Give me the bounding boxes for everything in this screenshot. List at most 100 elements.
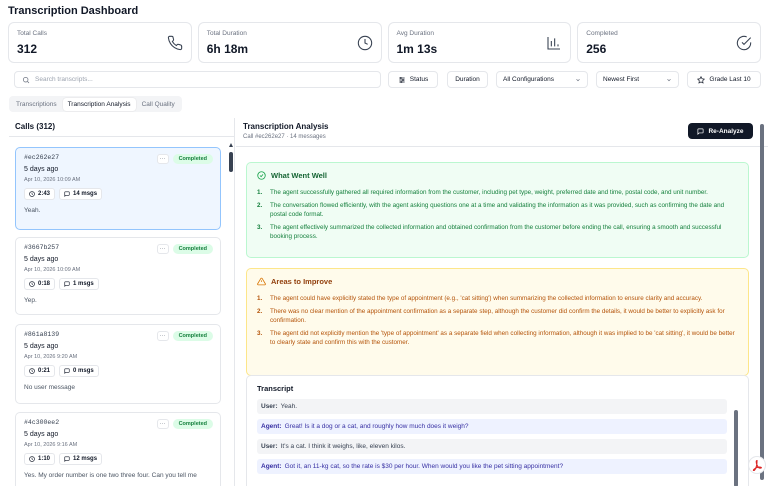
areas-to-improve-section: Areas to Improve 1. The agent could have … [246, 268, 749, 376]
more-options-button[interactable]: ··· [156, 154, 169, 164]
call-card[interactable]: #4c300ee2 ··· Completed 5 days ago Apr 1… [15, 412, 221, 486]
call-card[interactable]: #861a8139 ··· Completed 5 days ago Apr 1… [15, 324, 221, 404]
messages-value: 1 msgs [73, 281, 94, 287]
went-well-item: 2. The conversation flowed efficiently, w… [257, 201, 738, 219]
call-date: Apr 10, 2026 10:09 AM [24, 267, 81, 273]
call-card[interactable]: #3667b257 ··· Completed 5 days ago Apr 1… [15, 237, 221, 315]
warning-icon [257, 277, 266, 286]
tab-transcriptions[interactable]: Transcriptions [11, 98, 62, 111]
analysis-panel: Transcription Analysis Call #ec262e27 · … [236, 118, 768, 486]
transcript-message: Agent: Got it, an 11-kg cat, so the rate … [257, 459, 727, 474]
duration-value: 0:18 [38, 281, 51, 287]
message-icon [64, 368, 70, 374]
divider [236, 146, 768, 147]
call-last-message: Yes. My order number is one two three fo… [24, 472, 197, 479]
divider [9, 136, 235, 137]
star-icon [697, 75, 706, 84]
bar-chart-icon [547, 37, 561, 50]
stats-row: Total Calls 312 Total Duration 6h 18m Av… [8, 22, 761, 63]
chevron-down-icon [576, 78, 580, 81]
speaker-label: Agent: [261, 463, 282, 470]
stat-card-avg-duration: Avg Duration 1m 13s [387, 22, 572, 63]
more-options-button[interactable]: ··· [156, 419, 169, 429]
stat-label: Total Duration [206, 30, 247, 37]
clock-icon [29, 368, 35, 374]
transcript-message: Agent: Great! Is it a dog or a cat, and r… [257, 419, 727, 434]
went-well-section: What Went Well 1. The agent successfully … [246, 162, 749, 258]
clock-icon [29, 281, 35, 287]
tab-call-quality[interactable]: Call Quality [137, 98, 180, 111]
tab-transcription-analysis[interactable]: Transcription Analysis [62, 97, 136, 111]
status-badge: Completed [172, 419, 213, 429]
call-messages: 1 msgs [59, 278, 99, 290]
duration-filter-button[interactable]: Duration [447, 71, 488, 88]
call-date: Apr 10, 2026 10:09 AM [24, 177, 81, 183]
call-last-message: Yep. [24, 297, 37, 304]
message-text: Great! Is it a dog or a cat, and roughly… [284, 423, 469, 430]
duration-value: 2:43 [38, 191, 51, 197]
stat-value: 312 [17, 42, 38, 56]
duration-filter-label: Duration [455, 76, 480, 83]
search-box[interactable] [14, 71, 381, 88]
call-messages: 0 msgs [59, 365, 99, 377]
scrollbar-thumb[interactable] [760, 124, 764, 480]
sliders-icon [399, 76, 405, 83]
message-icon [64, 456, 70, 462]
clock-icon [357, 35, 372, 51]
message-text: It's a cat. I think it weighs, like, ele… [280, 443, 406, 450]
call-last-message: Yeah. [24, 207, 41, 214]
stat-card-completed: Completed 256 [577, 22, 761, 63]
calls-scrollbar[interactable] [229, 140, 233, 486]
chevron-down-icon [667, 78, 671, 81]
status-filter-label: Status [409, 76, 429, 83]
duration-value: 0:21 [38, 368, 51, 374]
call-messages: 12 msgs [59, 453, 103, 465]
check-circle-icon [257, 171, 266, 180]
analysis-subtitle: Call #ec262e27 · 14 messages [243, 134, 326, 140]
configuration-select-value: All Configurations [503, 76, 554, 83]
scrollbar-thumb[interactable] [229, 152, 233, 172]
phone-icon [167, 35, 182, 51]
search-input[interactable] [35, 76, 355, 83]
message-text: Got it, an 11-kg cat, so the rate is $30… [284, 463, 564, 470]
status-filter-button[interactable]: Status [388, 71, 438, 88]
call-duration: 0:18 [24, 278, 56, 290]
speaker-label: User: [261, 443, 278, 450]
item-text: The agent effectively summarized the col… [270, 224, 722, 240]
message-icon [64, 281, 70, 287]
status-badge: Completed [172, 244, 213, 254]
sort-select[interactable]: Newest First [596, 71, 679, 88]
call-card[interactable]: #ec262e27 ··· Completed 5 days ago Apr 1… [15, 147, 221, 230]
pdf-icon[interactable] [748, 456, 766, 474]
transcript-message: User: It's a cat. I think it weighs, like… [257, 439, 727, 454]
stat-value: 6h 18m [206, 42, 249, 56]
grade-last-10-label: Grade Last 10 [709, 76, 751, 83]
more-options-button[interactable]: ··· [156, 331, 169, 341]
call-duration: 2:43 [24, 188, 56, 200]
scroll-up-arrow[interactable] [229, 143, 233, 147]
stat-card-total-calls: Total Calls 312 [8, 22, 192, 63]
call-duration: 1:10 [24, 453, 56, 465]
re-analyze-button[interactable]: Re-Analyze [688, 123, 753, 139]
item-text: There was no clear mention of the appoin… [270, 308, 725, 324]
configuration-select[interactable]: All Configurations [496, 71, 588, 88]
search-icon [22, 76, 30, 83]
duration-value: 1:10 [38, 456, 51, 462]
areas-to-improve-title: Areas to Improve [271, 277, 333, 286]
item-text: The conversation flowed efficiently, wit… [270, 202, 725, 218]
messages-value: 12 msgs [73, 456, 98, 462]
speaker-label: User: [261, 403, 278, 410]
went-well-title: What Went Well [271, 171, 327, 180]
item-text: The agent could have explicitly stated t… [270, 295, 703, 302]
pdf-symbol-icon [752, 459, 762, 471]
went-well-item: 1. The agent successfully gathered all re… [257, 189, 708, 196]
improve-item: 2. There was no clear mention of the appo… [257, 307, 738, 325]
filter-bar: Status Duration All Configurations Newes… [14, 71, 763, 88]
transcript-section: Transcript User: Yeah. Agent: Great! Is it… [246, 375, 749, 486]
message-icon [64, 191, 70, 197]
analysis-scrollbar[interactable] [760, 118, 764, 486]
more-options-button[interactable]: ··· [156, 244, 169, 254]
scrollbar-thumb[interactable] [734, 410, 738, 486]
transcript-scrollbar[interactable] [734, 403, 738, 486]
grade-last-10-button[interactable]: Grade Last 10 [687, 71, 761, 88]
